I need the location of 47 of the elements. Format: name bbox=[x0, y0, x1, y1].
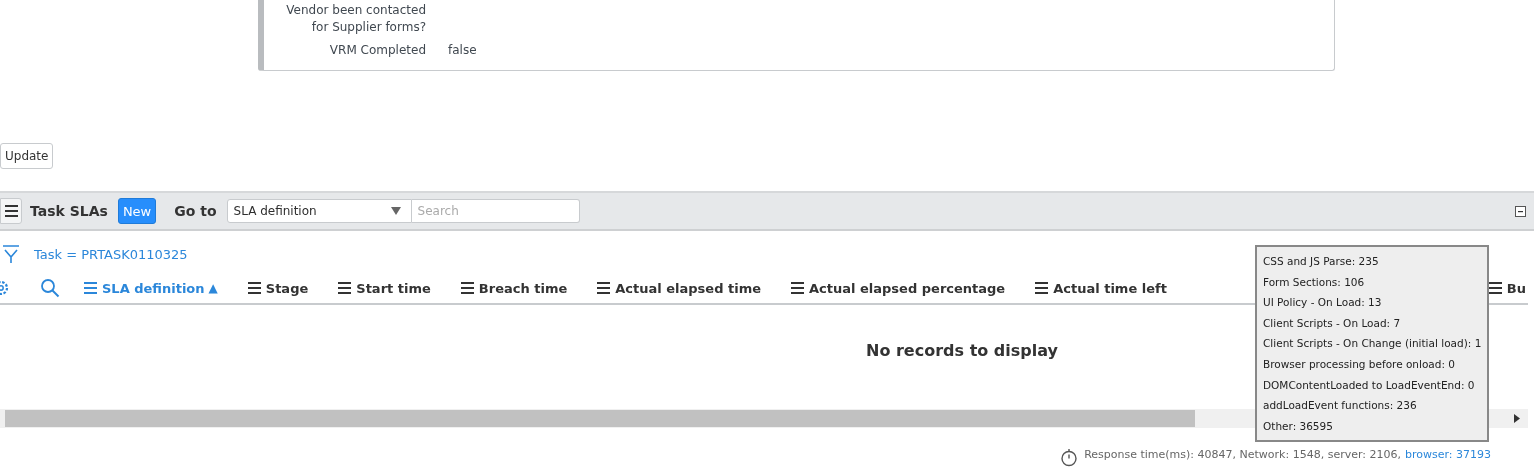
empty-message: No records to display bbox=[866, 341, 1058, 362]
menu-icon bbox=[84, 281, 97, 295]
column-header[interactable]: Actual elapsed percentage bbox=[791, 280, 1006, 296]
search-icon bbox=[40, 278, 60, 298]
tooltip-line: addLoadEvent functions: 236 bbox=[1263, 398, 1418, 414]
scrollbar-thumb[interactable] bbox=[5, 410, 1195, 427]
field-label: Vendor been contacted for Supplier forms? bbox=[285, 2, 426, 36]
update-button[interactable]: Update bbox=[0, 143, 54, 169]
browser-time-link[interactable]: browser: 37193 bbox=[1405, 448, 1491, 461]
menu-icon bbox=[791, 281, 805, 295]
menu-button[interactable] bbox=[0, 198, 22, 224]
sort-arrow: ▲ bbox=[208, 281, 218, 295]
column-header[interactable]: Start time bbox=[338, 280, 431, 296]
column-header[interactable]: SLA definition ▲ bbox=[84, 280, 218, 296]
collapse-icon bbox=[1515, 205, 1526, 217]
menu-icon bbox=[247, 281, 261, 295]
field-label: VRM Completed bbox=[328, 42, 426, 59]
list-title: Task SLAs bbox=[30, 203, 108, 219]
timer-icon bbox=[1060, 448, 1079, 467]
scroll-right-icon bbox=[1514, 414, 1520, 423]
field-value: false bbox=[448, 42, 477, 59]
tooltip-line: Client Scripts - On Change (initial load): 1 bbox=[1263, 336, 1482, 352]
menu-icon bbox=[597, 281, 611, 295]
column-header[interactable]: Breach time bbox=[460, 280, 568, 296]
tooltip-line: Form Sections: 106 bbox=[1263, 274, 1366, 290]
tooltip-line: Other: 36595 bbox=[1263, 418, 1334, 434]
column-header[interactable]: Bu bbox=[1488, 280, 1526, 296]
column-header[interactable]: Actual elapsed time bbox=[597, 280, 762, 296]
filter-link[interactable]: Task = PRTASK0110325 bbox=[34, 246, 188, 262]
goto-label: Go to bbox=[174, 203, 217, 219]
tooltip-line: UI Policy - On Load: 13 bbox=[1263, 295, 1383, 311]
tooltip-line: Browser processing before onload: 0 bbox=[1263, 356, 1456, 372]
tooltip-line: Client Scripts - On Load: 7 bbox=[1263, 315, 1402, 331]
filter-icon bbox=[2, 244, 20, 264]
menu-icon bbox=[460, 281, 474, 295]
tooltip-line: CSS and JS Parse: 235 bbox=[1263, 254, 1380, 269]
dropdown-caret-icon bbox=[390, 207, 401, 215]
menu-icon bbox=[338, 281, 352, 295]
search-field[interactable]: Search bbox=[411, 199, 580, 223]
column-header[interactable]: Stage bbox=[247, 280, 309, 296]
menu-icon bbox=[1035, 281, 1049, 295]
menu-icon bbox=[4, 204, 18, 218]
goto-select[interactable]: SLA definition bbox=[226, 199, 412, 223]
tooltip-line: DOMContentLoaded to LoadEventEnd: 0 bbox=[1263, 377, 1476, 393]
column-header[interactable]: Actual time left bbox=[1035, 280, 1167, 296]
menu-icon bbox=[1488, 281, 1502, 295]
response-time-text: Response time(ms): 40847, Network: 1548, server: 2106, bbox=[1084, 448, 1401, 461]
